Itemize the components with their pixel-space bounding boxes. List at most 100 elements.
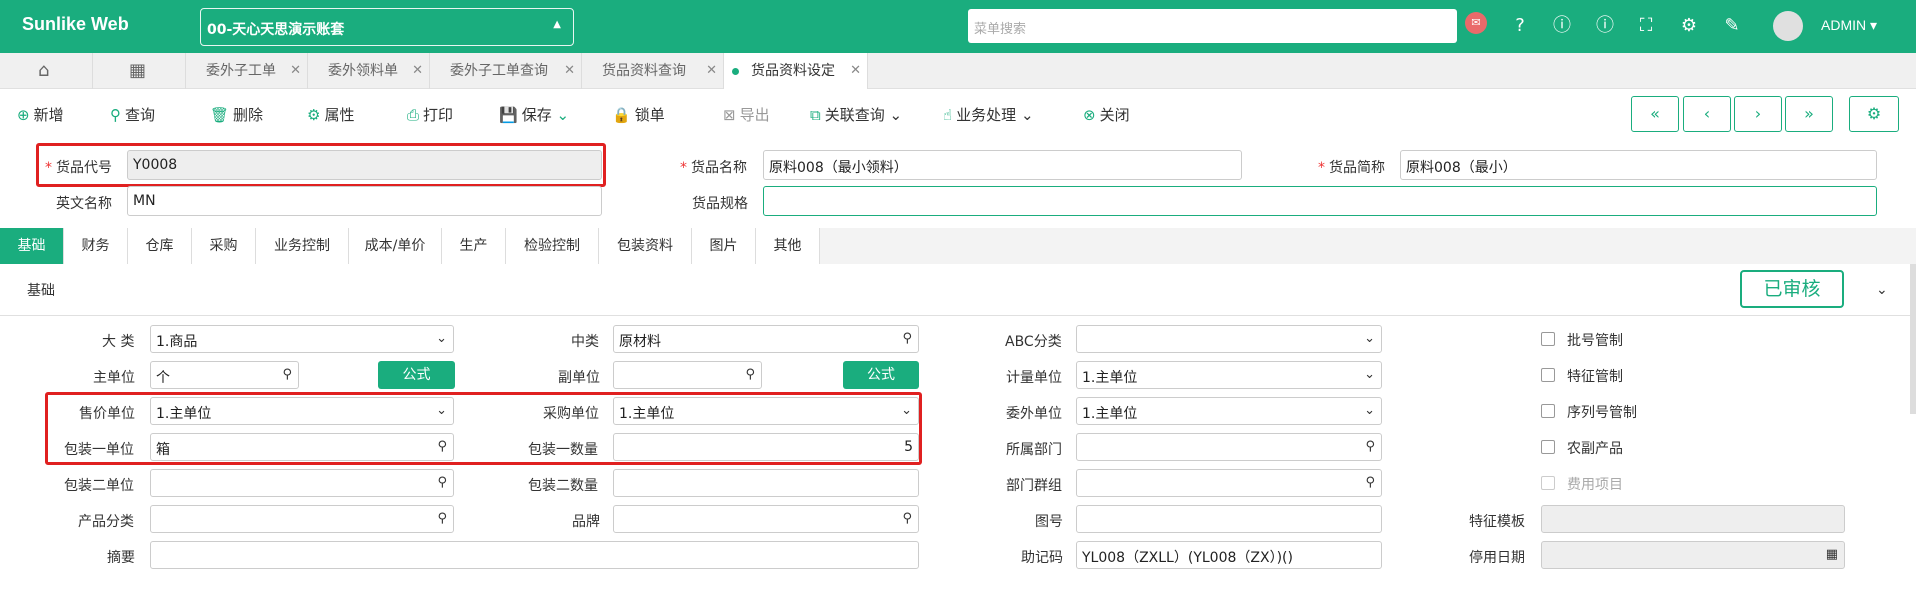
- subtab-packaging[interactable]: 包装资料: [599, 228, 692, 264]
- search-icon[interactable]: ⚲: [902, 511, 912, 526]
- dept-field[interactable]: ⚲: [1076, 433, 1382, 461]
- en-field[interactable]: MN: [127, 186, 602, 216]
- delete-button[interactable]: 🗑 删除: [210, 104, 263, 125]
- subtab-images[interactable]: 图片: [692, 228, 756, 264]
- query-button[interactable]: ⚲ 查询: [110, 104, 155, 125]
- prev-button[interactable]: ‹: [1683, 96, 1731, 132]
- next-button[interactable]: ›: [1734, 96, 1782, 132]
- subtab-cost[interactable]: 成本/单价: [349, 228, 442, 264]
- export-label: 导出: [739, 106, 770, 124]
- collapse-icon[interactable]: ⌄: [1876, 282, 1888, 298]
- search-icon[interactable]: ⚲: [1365, 439, 1375, 454]
- name-label: * 货品名称: [680, 160, 747, 176]
- print-label: 打印: [423, 106, 454, 124]
- biz-button[interactable]: ☝ 业务处理 ⌄: [943, 104, 1034, 125]
- print-button[interactable]: ⎙ 打印: [407, 104, 453, 125]
- big-select[interactable]: 1.商品 ⌄: [150, 325, 454, 353]
- cat-field[interactable]: ⚲: [150, 505, 454, 533]
- tab-label: 货品资料查询: [602, 63, 686, 79]
- tab-outsource-query[interactable]: 委外子工单查询 ✕: [430, 53, 582, 89]
- unit-field[interactable]: 个 ⚲: [150, 361, 299, 389]
- calendar-icon[interactable]: ▦: [1826, 547, 1838, 562]
- subtab-finance[interactable]: 财务: [64, 228, 128, 264]
- export-button[interactable]: ⊠ 导出: [723, 104, 770, 125]
- subtab-other[interactable]: 其他: [756, 228, 820, 264]
- attr-button[interactable]: ⚙ 属性: [307, 104, 354, 125]
- outs-select[interactable]: 1.主单位 ⌄: [1076, 397, 1382, 425]
- abc-select[interactable]: ⌄: [1076, 325, 1382, 353]
- serial-checkbox[interactable]: [1541, 404, 1555, 418]
- broom-icon[interactable]: ✎: [1720, 14, 1744, 38]
- scrollbar[interactable]: [1910, 264, 1916, 414]
- subtab-purchase[interactable]: 采购: [192, 228, 256, 264]
- feat-field[interactable]: [1541, 505, 1845, 533]
- about-icon[interactable]: ⓘ: [1593, 14, 1617, 38]
- settings-button[interactable]: ⚙: [1849, 96, 1899, 132]
- stop-field[interactable]: ▦: [1541, 541, 1845, 569]
- grp-field[interactable]: ⚲: [1076, 469, 1382, 497]
- tab-label: 货品资料设定: [751, 63, 835, 79]
- tab-outsource-order[interactable]: 委外子工单 ✕: [186, 53, 308, 89]
- highlight-box: [36, 143, 606, 187]
- first-button[interactable]: «: [1631, 96, 1679, 132]
- formula-button[interactable]: 公式: [378, 361, 455, 389]
- save-button[interactable]: 💾 保存 ⌄: [499, 104, 569, 125]
- spec-field[interactable]: [763, 186, 1877, 216]
- memo-field[interactable]: [150, 541, 919, 569]
- sub-unit-field[interactable]: ⚲: [613, 361, 762, 389]
- tab-bar: ⌂ ▦ 委外子工单 ✕ 委外领料单 ✕ 委外子工单查询 ✕ 货品资料查询 ✕ 货品资料设…: [0, 53, 1916, 89]
- account-select[interactable]: 00-天心天思演示账套 ▲: [200, 8, 574, 46]
- search-icon[interactable]: ⚲: [282, 367, 292, 382]
- tab-goods-query[interactable]: 货品资料查询 ✕: [582, 53, 724, 89]
- close-icon[interactable]: ✕: [706, 53, 717, 89]
- subtab-basic[interactable]: 基础: [0, 228, 64, 264]
- gear-icon: ⚙: [307, 106, 321, 124]
- search-icon[interactable]: ⚲: [437, 475, 447, 490]
- subtab-biz-control[interactable]: 业务控制: [256, 228, 349, 264]
- gear-icon[interactable]: ⚙: [1677, 14, 1701, 38]
- menu-search-input[interactable]: 菜单搜索: [968, 9, 1457, 43]
- subtab-inspection[interactable]: 检验控制: [506, 228, 599, 264]
- fee-checkbox[interactable]: [1541, 476, 1555, 490]
- close-icon[interactable]: ✕: [850, 53, 861, 89]
- mid-field[interactable]: 原材料 ⚲: [613, 325, 919, 353]
- info-icon[interactable]: ⓘ: [1550, 14, 1574, 38]
- tab-outsource-pick[interactable]: 委外领料单 ✕: [308, 53, 430, 89]
- last-button[interactable]: »: [1785, 96, 1833, 132]
- fullscreen-icon[interactable]: ⛶: [1634, 14, 1658, 38]
- help-icon[interactable]: ?: [1508, 14, 1532, 38]
- feature-checkbox[interactable]: [1541, 368, 1555, 382]
- formula2-button[interactable]: 公式: [843, 361, 919, 389]
- grid-icon[interactable]: ▦: [93, 53, 186, 89]
- close-button[interactable]: ⊗ 关闭: [1083, 104, 1130, 125]
- unit-label: 主单位: [93, 370, 135, 386]
- brand-field[interactable]: ⚲: [613, 505, 919, 533]
- search-icon[interactable]: ⚲: [902, 331, 912, 346]
- close-icon[interactable]: ✕: [412, 53, 423, 89]
- short-field[interactable]: 原料008（最小）: [1400, 150, 1877, 180]
- pk2-field[interactable]: ⚲: [150, 469, 454, 497]
- mnem-field[interactable]: YL008（ZXLL）(YL008（ZX）)(): [1076, 541, 1382, 569]
- calc-select[interactable]: 1.主单位 ⌄: [1076, 361, 1382, 389]
- close-icon[interactable]: ✕: [290, 53, 301, 89]
- hand-icon: ☝: [943, 106, 953, 124]
- name-field[interactable]: 原料008（最小领料）: [763, 150, 1242, 180]
- notification-icon[interactable]: ✉: [1465, 12, 1487, 34]
- agri-checkbox[interactable]: [1541, 440, 1555, 454]
- batch-checkbox[interactable]: [1541, 332, 1555, 346]
- fig-field[interactable]: [1076, 505, 1382, 533]
- avatar[interactable]: [1773, 11, 1803, 41]
- tab-goods-setting[interactable]: 货品资料设定 ✕: [724, 53, 868, 89]
- subtab-production[interactable]: 生产: [442, 228, 506, 264]
- add-button[interactable]: ⊕ 新增: [17, 104, 64, 125]
- subtab-warehouse[interactable]: 仓库: [128, 228, 192, 264]
- lock-button[interactable]: 🔒 锁单: [612, 104, 665, 125]
- close-icon[interactable]: ✕: [564, 53, 575, 89]
- home-icon[interactable]: ⌂: [0, 53, 93, 89]
- user-menu[interactable]: ADMIN ▾: [1821, 17, 1877, 34]
- link-query-button[interactable]: ⧉ 关联查询 ⌄: [810, 104, 902, 125]
- search-icon[interactable]: ⚲: [1365, 475, 1375, 490]
- pk2q-field[interactable]: [613, 469, 919, 497]
- search-icon[interactable]: ⚲: [745, 367, 755, 382]
- search-icon[interactable]: ⚲: [437, 511, 447, 526]
